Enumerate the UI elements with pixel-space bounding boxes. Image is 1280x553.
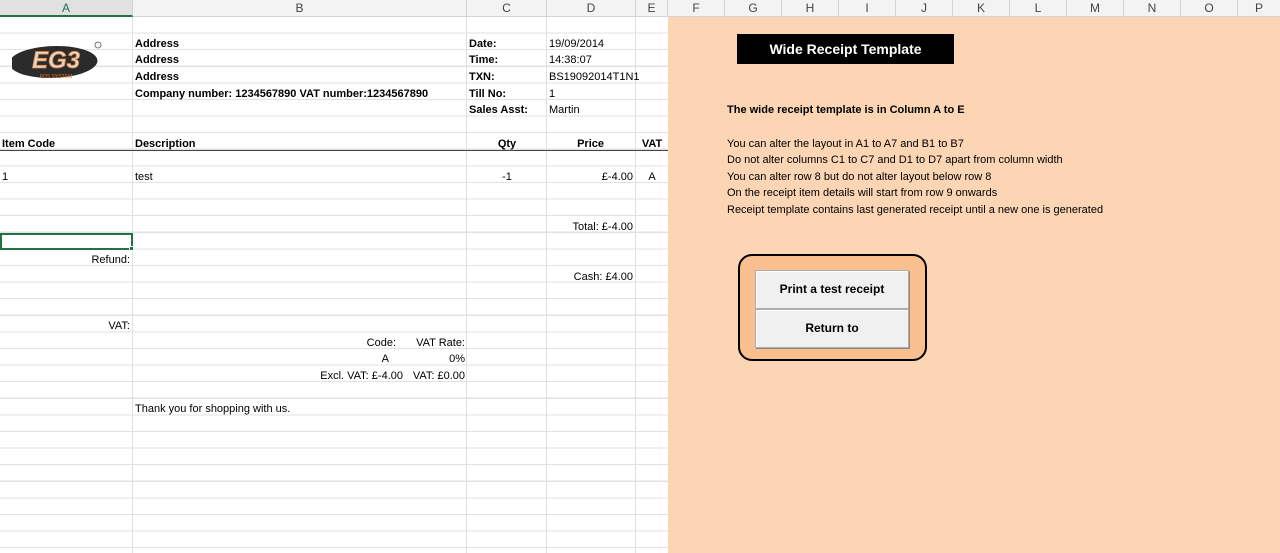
column-header-k[interactable]: K: [953, 0, 1010, 17]
vat-header: VAT: [641, 138, 663, 150]
vat-rate-value: 0%: [449, 353, 465, 365]
date-label: Date:: [469, 38, 497, 50]
column-header-n[interactable]: N: [1124, 0, 1181, 17]
refund-label: Refund:: [91, 254, 130, 266]
column-header-o[interactable]: O: [1181, 0, 1238, 17]
sales-asst-label: Sales Asst:: [469, 104, 528, 116]
address-line-1: Address: [135, 38, 180, 50]
template-intro: The wide receipt template is in Column A…: [727, 104, 965, 116]
column-header-d[interactable]: D: [547, 0, 636, 17]
template-note: You can alter row 8 but do not alter lay…: [727, 171, 992, 183]
vat-code-label: Code:: [366, 337, 396, 349]
cash-value: Cash: £4.00: [573, 271, 633, 283]
vat-rate-label: VAT Rate:: [416, 337, 465, 349]
column-header-b[interactable]: B: [133, 0, 467, 17]
template-note: Do not alter columns C1 to C7 and D1 to …: [727, 154, 1063, 166]
template-note: You can alter the layout in A1 to A7 and…: [727, 138, 964, 150]
column-header-p[interactable]: P: [1238, 0, 1280, 17]
return-to-button[interactable]: Return to: [755, 309, 909, 348]
txn-value: BS19092014T1N1: [549, 71, 640, 83]
till-label: Till No:: [469, 88, 507, 100]
address-line-3: Address: [135, 71, 180, 83]
template-note: Receipt template contains last generated…: [727, 204, 1104, 216]
vat-amount-value: VAT: £0.00: [412, 370, 465, 382]
column-header-m[interactable]: M: [1067, 0, 1124, 17]
item-code-header: Item Code: [2, 138, 56, 150]
fill-handle[interactable]: [129, 246, 134, 251]
thank-you-message: Thank you for shopping with us.: [135, 403, 291, 415]
template-note: On the receipt item details will start f…: [727, 187, 998, 199]
txn-label: TXN:: [469, 71, 495, 83]
row-item-code: 1: [2, 171, 9, 183]
sales-asst-value: Martin: [549, 104, 580, 116]
row-price: £-4.00: [601, 171, 633, 183]
gridline: [546, 17, 547, 553]
eg3-logo: EG3 POS SYSTEM: [12, 41, 102, 80]
column-header-bar: A B C D E F G H I J K L M N O P: [0, 0, 1280, 17]
print-test-receipt-button[interactable]: Print a test receipt: [755, 270, 909, 309]
date-value: 19/09/2014: [549, 38, 605, 50]
total-value: Total: £-4.00: [572, 221, 633, 233]
excl-vat-value: Excl. VAT: £-4.00: [320, 370, 403, 382]
column-header-c[interactable]: C: [467, 0, 547, 17]
column-header-l[interactable]: L: [1010, 0, 1067, 17]
column-header-e[interactable]: E: [636, 0, 668, 17]
qty-header: Qty: [497, 138, 517, 150]
description-header: Description: [135, 138, 196, 150]
vat-label: VAT:: [108, 320, 130, 332]
logo-text: EG3: [32, 47, 81, 74]
selected-cell[interactable]: [0, 233, 133, 250]
row-vat: A: [648, 171, 656, 183]
row-description: test: [135, 171, 153, 183]
company-line: Company number: 1234567890 VAT number:12…: [135, 88, 429, 100]
logo-subtext: POS SYSTEM: [40, 74, 73, 80]
column-header-g[interactable]: G: [725, 0, 782, 17]
column-header-h[interactable]: H: [782, 0, 839, 17]
time-value: 14:38:07: [549, 54, 592, 66]
column-header-f[interactable]: F: [668, 0, 725, 17]
gridline: [635, 17, 636, 553]
column-header-j[interactable]: J: [896, 0, 953, 17]
address-line-2: Address: [135, 54, 180, 66]
vat-code-value: A: [381, 353, 389, 365]
price-header: Price: [577, 138, 604, 150]
column-header-a[interactable]: A: [0, 0, 133, 17]
column-header-i[interactable]: I: [839, 0, 896, 17]
time-label: Time:: [469, 54, 499, 66]
gridline: [466, 17, 467, 553]
gridline: [132, 17, 133, 553]
template-title: Wide Receipt Template: [737, 34, 954, 64]
table-header-border: [0, 150, 668, 151]
row-qty: -1: [502, 171, 512, 183]
till-value: 1: [549, 88, 556, 100]
